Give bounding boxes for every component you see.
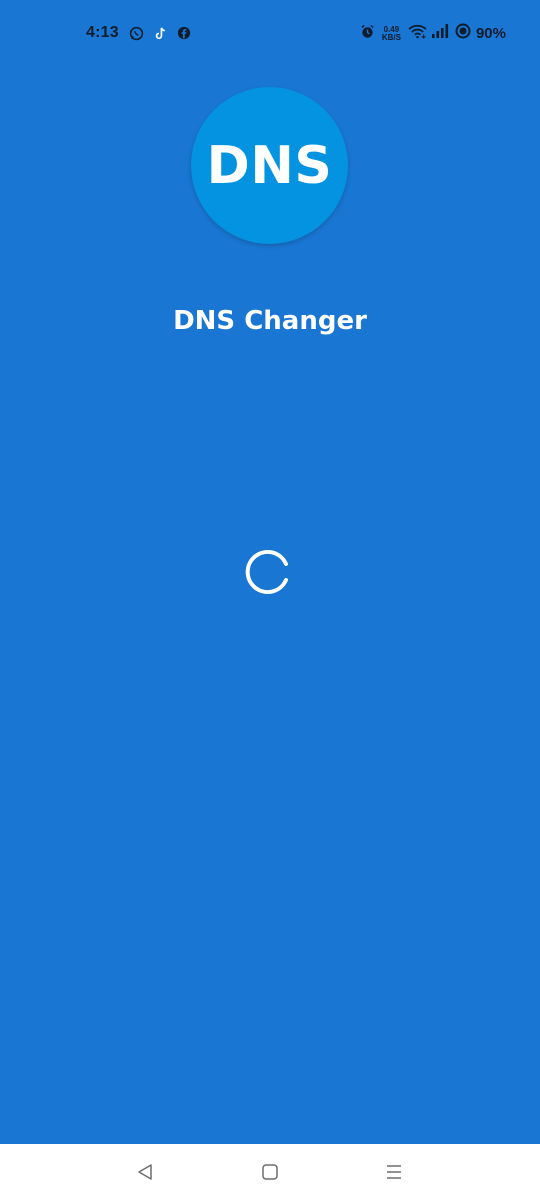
signal-icon: [431, 24, 450, 43]
tiktok-icon: [152, 25, 168, 41]
speed-unit: KB/S: [381, 32, 401, 42]
wifi-icon: [408, 24, 427, 44]
battery-icon: [455, 23, 471, 44]
whatsapp-icon: [128, 25, 144, 41]
notification-icons: [128, 25, 192, 41]
status-bar: 4:13 0.49 KB/S 90%: [0, 0, 540, 66]
app-title: DNS Changer: [173, 306, 367, 336]
logo-text: DNS: [206, 135, 333, 196]
splash-screen: 4:13 0.49 KB/S 90% DNS DNS Changer: [0, 0, 540, 1144]
alarm-icon: [360, 24, 375, 44]
home-button[interactable]: [257, 1160, 283, 1184]
back-button[interactable]: [132, 1160, 158, 1184]
facebook-icon: [176, 25, 192, 41]
navigation-bar: [0, 1144, 540, 1200]
menu-icon: [387, 1165, 401, 1179]
status-time: 4:13: [86, 24, 119, 41]
back-icon: [138, 1164, 152, 1180]
recents-button[interactable]: [381, 1160, 407, 1184]
battery-percent: 90%: [475, 25, 506, 42]
network-speed: 0.49 KB/S: [381, 25, 401, 42]
home-icon: [262, 1164, 278, 1180]
status-right-icons: 0.49 KB/S 90%: [360, 23, 506, 44]
loading-spinner-icon: [245, 550, 288, 594]
app-logo: DNS: [191, 87, 348, 244]
